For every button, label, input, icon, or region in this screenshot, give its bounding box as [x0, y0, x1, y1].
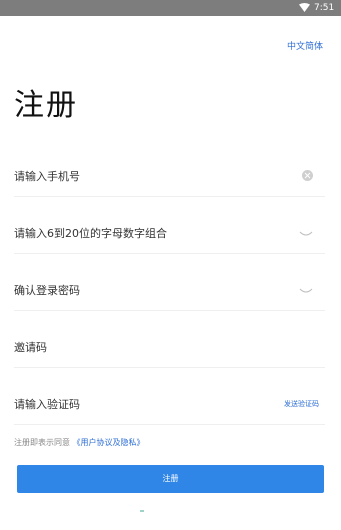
send-code-button[interactable]: 发送验证码	[284, 399, 319, 409]
status-bar: 7:51	[0, 0, 341, 16]
phone-input[interactable]: 请输入手机号	[14, 169, 80, 185]
eye-closed-icon[interactable]	[299, 288, 313, 294]
agreement-text: 注册即表示同意 《用户协议及隐私》	[14, 437, 145, 449]
password-field[interactable]: 请输入6到20位的字母数字组合	[14, 214, 325, 254]
confirm-password-input[interactable]: 确认登录密码	[14, 283, 80, 299]
password-input[interactable]: 请输入6到20位的字母数字组合	[14, 226, 167, 242]
page-title: 注册	[14, 88, 78, 123]
agreement-link[interactable]: 《用户协议及隐私》	[73, 438, 145, 447]
status-time: 7:51	[314, 3, 335, 13]
wifi-icon	[299, 3, 310, 12]
phone-field[interactable]: 请输入手机号	[14, 157, 325, 197]
register-button[interactable]: 注册	[17, 465, 324, 493]
invite-code-input[interactable]: 邀请码	[14, 340, 47, 356]
eye-closed-icon[interactable]	[299, 231, 313, 237]
invite-code-field[interactable]: 邀请码	[14, 328, 325, 368]
verification-code-field[interactable]: 请输入验证码 发送验证码	[14, 385, 325, 425]
confirm-password-field[interactable]: 确认登录密码	[14, 271, 325, 311]
language-switch-link[interactable]: 中文简体	[287, 41, 323, 53]
clear-icon[interactable]	[302, 170, 313, 181]
verification-code-input[interactable]: 请输入验证码	[14, 397, 80, 413]
bottom-indicator	[140, 510, 144, 512]
agreement-prefix: 注册即表示同意	[14, 438, 70, 447]
